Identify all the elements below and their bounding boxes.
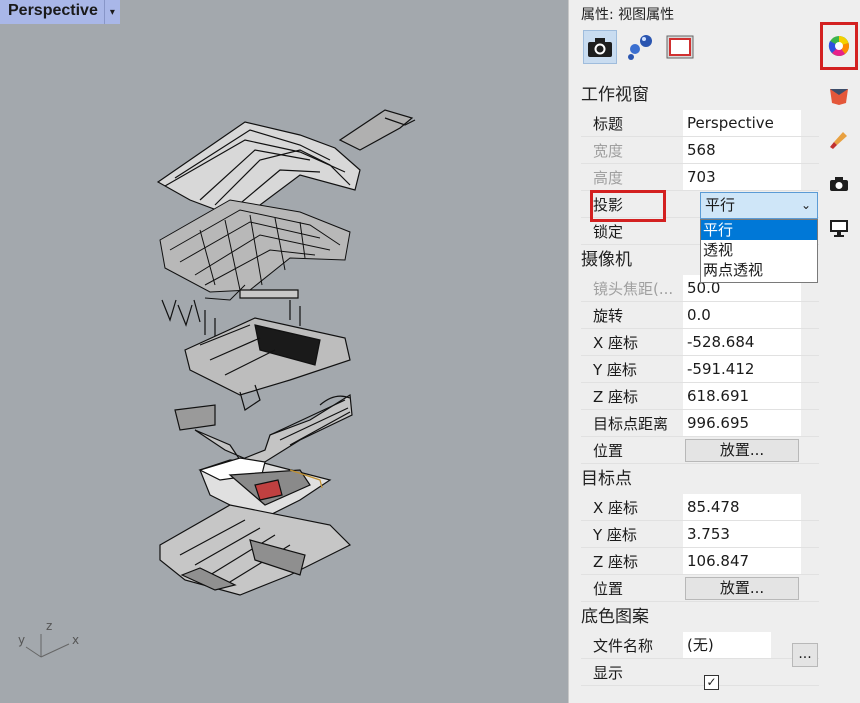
projection-option-perspective[interactable]: 透视: [701, 240, 817, 260]
row-camera-x: X 座标 -528.684: [581, 329, 819, 356]
spheres-icon: [628, 35, 652, 60]
upper-floor-layer: [184, 317, 351, 411]
display-settings-tab[interactable]: [820, 22, 858, 70]
height-label: 高度: [593, 168, 624, 187]
target-y-label: Y 座标: [593, 525, 637, 544]
layer-icon: [830, 89, 848, 105]
lock-label: 锁定: [593, 222, 624, 241]
projection-option-two-point[interactable]: 两点透视: [701, 260, 817, 280]
exploded-model-drawing: [156, 109, 416, 596]
file-browse-button[interactable]: ...: [792, 643, 818, 667]
target-place-button[interactable]: 放置...: [685, 576, 799, 600]
frame-mode-button[interactable]: [663, 30, 697, 64]
properties-panel: 属性: 视图属性 工作视窗 标题 Perspective 宽度 568 高度 7…: [568, 0, 860, 703]
y-axis-label: y: [18, 633, 25, 647]
section-wallpaper: 底色图案: [581, 607, 649, 627]
projection-selected-value: 平行: [705, 196, 736, 214]
target-y-field[interactable]: 3.753: [683, 521, 801, 547]
camera-y-field[interactable]: -591.412: [683, 356, 801, 382]
chevron-down-icon: ⌄: [800, 198, 811, 212]
row-width: 宽度 568: [581, 137, 819, 164]
panel-title: 属性: 视图属性: [581, 7, 675, 23]
row-target-x: X 座标 85.478: [581, 494, 819, 521]
row-file-name: 文件名称 (无): [581, 632, 819, 659]
mid-floor-layer: [174, 393, 353, 466]
base-layer: [159, 504, 352, 596]
camera-z-field[interactable]: 618.691: [683, 383, 801, 409]
show-label: 显示: [593, 663, 624, 682]
row-camera-z: Z 座标 618.691: [581, 383, 819, 410]
focal-length-label: 镜头焦距(...: [593, 279, 674, 298]
file-name-field[interactable]: (无): [683, 632, 771, 658]
camera-position-label: 位置: [593, 441, 624, 460]
camera-x-label: X 座标: [593, 333, 639, 352]
brush-icon: [830, 132, 847, 149]
roof-layer: [156, 109, 416, 216]
row-target-y: Y 座标 3.753: [581, 521, 819, 548]
title-label: 标题: [593, 114, 624, 133]
show-checkbox[interactable]: ✓: [704, 675, 719, 690]
x-axis-label: x: [72, 633, 79, 647]
camera-x-field[interactable]: -528.684: [683, 329, 801, 355]
properties-mode-bar: [583, 30, 697, 64]
target-x-label: X 座标: [593, 498, 639, 517]
row-target-z: Z 座标 106.847: [581, 548, 819, 575]
title-field[interactable]: Perspective: [683, 110, 801, 136]
camera-z-label: Z 座标: [593, 387, 639, 406]
row-title: 标题 Perspective: [581, 110, 819, 137]
viewport-menu-arrow-icon[interactable]: ▾: [103, 0, 120, 24]
target-distance-label: 目标点距离: [593, 414, 669, 433]
property-grid: 工作视窗 标题 Perspective 宽度 568 高度 703 投影 锁定 …: [581, 80, 819, 686]
target-position-label: 位置: [593, 579, 624, 598]
width-label: 宽度: [593, 141, 624, 160]
z-axis-label: z: [46, 619, 52, 633]
projection-select[interactable]: 平行 ⌄: [700, 192, 818, 219]
section-target: 目标点: [581, 469, 632, 489]
axis-gizmo: z x y: [18, 619, 79, 658]
width-field: 568: [683, 137, 801, 163]
side-tab-strip: [818, 22, 860, 250]
perspective-viewport[interactable]: Perspective ▾ z x y: [0, 0, 568, 703]
color-wheel-icon: [828, 36, 849, 56]
row-height: 高度 703: [581, 164, 819, 191]
object-mode-button[interactable]: [623, 30, 657, 64]
row-target-position: 位置 放置...: [581, 575, 819, 602]
projection-options-list: 平行 透视 两点透视: [700, 219, 818, 283]
viewport-tab[interactable]: Perspective ▾: [0, 0, 120, 24]
camera-place-button[interactable]: 放置...: [685, 438, 799, 462]
frame-icon: [666, 35, 694, 59]
monitor-icon: [830, 220, 848, 237]
layers-tab[interactable]: [820, 74, 858, 118]
row-rotation: 旋转 0.0: [581, 302, 819, 329]
truss-layer: [159, 199, 351, 301]
file-name-label: 文件名称: [593, 636, 654, 655]
target-z-label: Z 座标: [593, 552, 639, 571]
rotation-label: 旋转: [593, 306, 624, 325]
camera-icon: [830, 177, 848, 191]
named-views-tab[interactable]: [820, 162, 858, 206]
target-z-field[interactable]: 106.847: [683, 548, 801, 574]
render-tab[interactable]: [820, 118, 858, 162]
height-field: 703: [683, 164, 801, 190]
camera-mode-button[interactable]: [583, 30, 617, 64]
display-tab[interactable]: [820, 206, 858, 250]
row-camera-y: Y 座标 -591.412: [581, 356, 819, 383]
target-distance-field[interactable]: 996.695: [683, 410, 801, 436]
row-target-distance: 目标点距离 996.695: [581, 410, 819, 437]
row-show: 显示: [581, 659, 819, 686]
rotation-field[interactable]: 0.0: [683, 302, 801, 328]
target-x-field[interactable]: 85.478: [683, 494, 801, 520]
projection-option-parallel[interactable]: 平行: [701, 220, 817, 240]
row-camera-position: 位置 放置...: [581, 437, 819, 464]
viewport-title[interactable]: Perspective: [0, 0, 104, 24]
projection-highlight-box: [590, 190, 666, 222]
camera-icon: [588, 38, 612, 57]
camera-y-label: Y 座标: [593, 360, 637, 379]
section-viewport: 工作视窗: [581, 85, 649, 105]
